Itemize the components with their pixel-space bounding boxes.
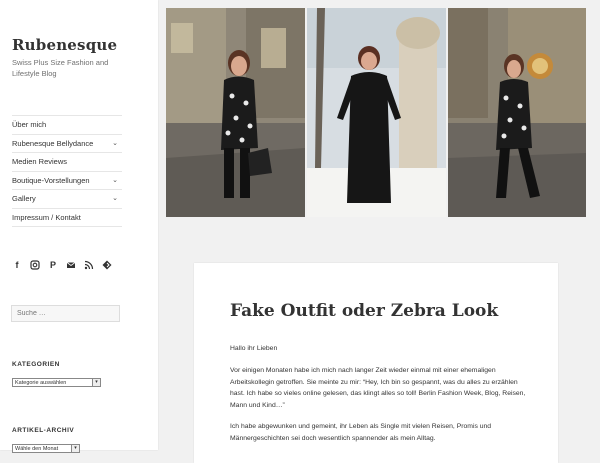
menu-item-label: Gallery xyxy=(12,194,36,203)
post-greeting: Hallo ihr Lieben xyxy=(230,345,278,352)
main-menu: Über mich Rubenesque Bellydance ⌄ Medien … xyxy=(12,115,122,227)
menu-item-label: Impressum / Kontakt xyxy=(12,212,81,222)
menu-item-bellydance[interactable]: Rubenesque Bellydance ⌄ xyxy=(12,135,122,153)
menu-item-ueber-mich[interactable]: Über mich xyxy=(12,116,122,135)
menu-item-label: Medien Reviews xyxy=(12,157,68,166)
menu-item-label: Rubenesque Bellydance xyxy=(12,138,94,148)
feedly-icon[interactable] xyxy=(102,260,112,270)
rss-icon[interactable] xyxy=(84,260,94,270)
chevron-down-icon: ▾ xyxy=(92,379,100,386)
menu-item-label: Über mich xyxy=(12,120,47,129)
social-links: f P xyxy=(12,260,112,272)
site-title[interactable]: Rubenesque xyxy=(12,36,117,54)
categories-select[interactable]: Kategorie auswählen ▾ xyxy=(12,378,101,387)
post-paragraph: Ich habe abgewunken und gemeint, ihr Leb… xyxy=(230,423,492,442)
select-value: Wähle den Monat xyxy=(15,446,59,452)
search-input[interactable] xyxy=(11,305,120,322)
post-title[interactable]: Fake Outfit oder Zebra Look xyxy=(230,301,498,321)
facebook-icon[interactable]: f xyxy=(12,260,22,270)
categories-widget-title: KATEGORIEN xyxy=(12,361,60,368)
menu-item-gallery[interactable]: Gallery ⌄ xyxy=(12,190,122,209)
outfit-photo-center xyxy=(307,8,446,217)
archive-select[interactable]: Wähle den Monat ▾ xyxy=(12,444,80,453)
pinterest-icon[interactable]: P xyxy=(48,260,58,270)
select-value: Kategorie auswählen xyxy=(15,380,67,386)
menu-item-medien-reviews[interactable]: Medien Reviews xyxy=(12,153,122,172)
chevron-down-icon[interactable]: ⌄ xyxy=(112,135,118,153)
chevron-down-icon: ▾ xyxy=(71,445,79,452)
chevron-down-icon[interactable]: ⌄ xyxy=(112,172,118,190)
sidebar: Rubenesque Swiss Plus Size Fashion and L… xyxy=(0,0,158,453)
blog-post: Fake Outfit oder Zebra Look Hallo ihr Li… xyxy=(194,263,558,463)
chevron-down-icon[interactable]: ⌄ xyxy=(112,190,118,208)
menu-item-label: Boutique-Vorstellungen xyxy=(12,175,90,185)
outfit-photo-left xyxy=(166,8,305,217)
archive-widget-title: ARTIKEL-ARCHIV xyxy=(12,427,75,434)
menu-item-boutique[interactable]: Boutique-Vorstellungen ⌄ xyxy=(12,172,122,190)
email-icon[interactable] xyxy=(66,260,76,270)
instagram-icon[interactable] xyxy=(30,260,40,270)
post-paragraph: Vor einigen Monaten habe ich mich nach l… xyxy=(230,367,526,409)
header-photo-collage xyxy=(166,8,586,217)
outfit-photo-right xyxy=(448,8,586,217)
site-description: Swiss Plus Size Fashion and Lifestyle Bl… xyxy=(12,58,109,78)
menu-item-impressum[interactable]: Impressum / Kontakt xyxy=(12,209,122,227)
